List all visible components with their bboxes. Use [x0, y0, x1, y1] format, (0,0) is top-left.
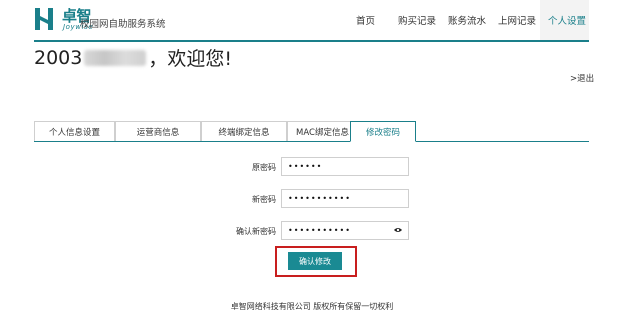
nav-item-personal-settings[interactable]: 个人设置: [548, 13, 586, 27]
redacted-user-id: [84, 49, 147, 66]
main-nav: 首页 购买记录 账务流水 上网记录 个人设置: [0, 0, 624, 40]
footer-copyright: 卓智网络科技有限公司 版权所有保留一切权利: [230, 302, 394, 311]
confirm-password-field[interactable]: •••••••••••: [281, 221, 409, 240]
settings-tabs: 个人信息设置 运营商信息 终端绑定信息 MAC绑定信息 修改密码: [34, 121, 589, 142]
old-password-field[interactable]: ••••••: [281, 157, 409, 176]
old-password-value: ••••••: [288, 162, 323, 171]
tabs-divider: [34, 141, 589, 142]
welcome-suffix: ，欢迎您!: [148, 48, 232, 70]
nav-item-online-records[interactable]: 上网记录: [498, 13, 536, 27]
new-password-field[interactable]: •••••••••••: [281, 189, 409, 208]
nav-item-account-flow[interactable]: 账务流水: [448, 13, 486, 27]
new-password-value: •••••••••••: [288, 194, 351, 203]
logout-link[interactable]: >退出: [570, 72, 594, 84]
old-password-label: 原密码: [252, 163, 276, 172]
new-password-label: 新密码: [252, 195, 276, 204]
tab-change-password[interactable]: 修改密码: [350, 121, 416, 142]
header-divider: [34, 40, 589, 42]
tab-terminal-binding[interactable]: 终端绑定信息: [201, 121, 287, 141]
nav-item-home[interactable]: 首页: [356, 13, 375, 27]
tab-carrier-info[interactable]: 运营商信息: [115, 121, 201, 141]
confirm-password-value: •••••••••••: [288, 226, 351, 235]
tab-personal-info[interactable]: 个人信息设置: [34, 121, 115, 141]
show-password-eye-icon[interactable]: [394, 227, 402, 233]
nav-item-purchase-records[interactable]: 购买记录: [398, 13, 436, 27]
confirm-change-button[interactable]: 确认修改: [288, 252, 342, 270]
welcome-message: 2003 ，欢迎您!: [34, 44, 232, 71]
welcome-user-prefix: 2003: [34, 46, 83, 69]
tab-mac-binding[interactable]: MAC绑定信息: [287, 121, 358, 141]
confirm-password-label: 确认新密码: [236, 227, 276, 236]
